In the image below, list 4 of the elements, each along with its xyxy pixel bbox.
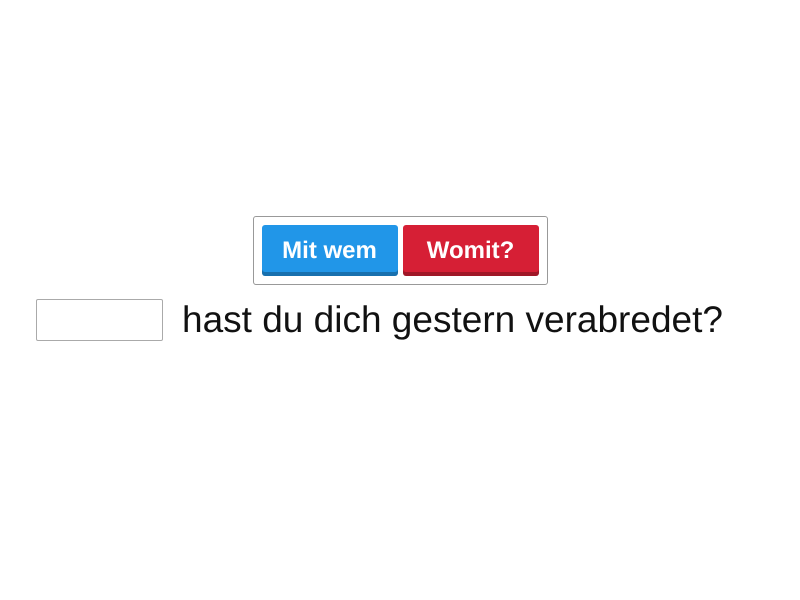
answer-choice-button[interactable]: Womit?	[402, 225, 538, 276]
answer-choice-button[interactable]: Mit wem	[262, 225, 398, 276]
sentence-text: hast du dich gestern verabredet?	[182, 299, 723, 341]
answer-blank-field[interactable]	[36, 299, 163, 341]
